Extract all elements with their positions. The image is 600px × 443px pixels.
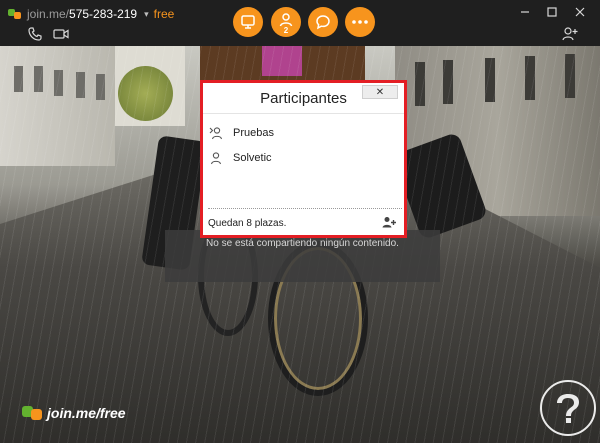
participant-name: Pruebas: [233, 126, 274, 139]
invite-participant-button[interactable]: [382, 216, 396, 231]
more-options-icon: [352, 20, 368, 24]
close-icon[interactable]: [569, 2, 591, 22]
presenter-icon: [209, 126, 223, 139]
close-icon: ✕: [375, 86, 385, 98]
maximize-icon[interactable]: [541, 2, 563, 22]
more-options-button[interactable]: [345, 7, 375, 37]
branding-text: join.me/free: [47, 405, 126, 421]
screen-share-icon: [241, 15, 255, 29]
participants-panel: Participantes ✕ Pruebas Solvetic Quedan …: [200, 80, 407, 238]
joinme-logo-icon: [22, 406, 44, 420]
participants-button[interactable]: 2: [271, 7, 301, 37]
top-toolbar: join.me/575-283-219 ▾ free 2: [0, 0, 600, 46]
add-person-icon: [382, 216, 396, 227]
branding-logo: join.me/free: [22, 405, 126, 421]
add-person-icon[interactable]: [561, 25, 579, 43]
dotted-divider: [208, 208, 402, 209]
no-content-text: No se está compartiendo ningún contenido…: [206, 238, 399, 249]
chat-button[interactable]: [308, 7, 338, 37]
phone-icon[interactable]: [26, 25, 44, 43]
divider: [203, 113, 404, 114]
plan-label: free: [153, 7, 175, 21]
participant-name: Solvetic: [233, 151, 272, 164]
site-watermark-icon: [540, 380, 596, 436]
chat-bubble-icon: [316, 15, 330, 30]
participants-count-badge: 2: [283, 26, 289, 35]
meeting-title: join.me/575-283-219 ▾ free: [8, 6, 174, 22]
person-icon: [210, 151, 222, 164]
participant-list: Pruebas Solvetic: [203, 120, 404, 170]
minimize-icon[interactable]: [514, 2, 536, 22]
joinme-small-logo-icon: [8, 9, 22, 19]
seats-left-text: Quedan 8 plazas.: [208, 217, 287, 229]
meeting-url[interactable]: join.me/575-283-219: [27, 7, 137, 21]
participant-row[interactable]: Pruebas: [203, 120, 404, 145]
close-panel-button[interactable]: ✕: [362, 85, 398, 99]
screen-share-button[interactable]: [233, 7, 263, 37]
meeting-code: 575-283-219: [69, 7, 138, 21]
video-camera-icon[interactable]: [52, 25, 70, 43]
participants-panel-footer: Quedan 8 plazas.: [203, 211, 404, 235]
meeting-menu-caret-icon[interactable]: ▾: [144, 9, 149, 20]
url-domain: join.me/: [27, 7, 70, 21]
participant-row[interactable]: Solvetic: [203, 145, 404, 170]
